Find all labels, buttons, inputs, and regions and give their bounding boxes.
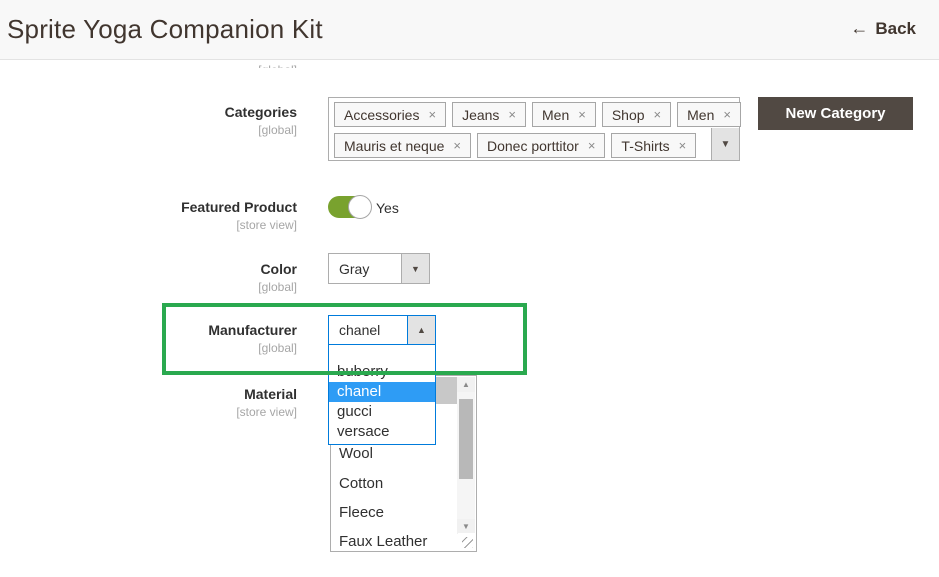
featured-product-label: Featured Product	[0, 199, 297, 215]
manufacturer-label-block: Manufacturer [global]	[0, 322, 297, 355]
material-option-cotton[interactable]: Cotton	[339, 475, 383, 492]
category-tag: Shop ×	[602, 102, 671, 127]
category-tag-label: T-Shirts	[621, 138, 669, 154]
remove-tag-icon[interactable]: ×	[723, 107, 731, 122]
category-tag-label: Men	[687, 107, 714, 123]
manufacturer-select-arrow-button[interactable]: ▲	[407, 316, 435, 344]
page-title: Sprite Yoga Companion Kit	[7, 14, 323, 45]
back-arrow-icon: ←	[850, 18, 868, 39]
manufacturer-select[interactable]: chanel ▲	[328, 315, 436, 345]
product-edit-page: Sprite Yoga Companion Kit ← Back [global…	[0, 0, 939, 577]
category-tag: Mauris et neque ×	[334, 133, 471, 158]
category-tag-label: Jeans	[462, 107, 499, 123]
chevron-down-icon: ▼	[721, 139, 731, 150]
dropdown-option-buberry[interactable]: buberry	[329, 362, 435, 382]
material-label: Material	[0, 386, 297, 402]
categories-field[interactable]: Accessories× Jeans× Men× Shop× Men× Maur…	[328, 97, 740, 161]
material-scrollbar[interactable]: ▲ ▼	[457, 377, 475, 534]
categories-dropdown-button[interactable]: ▼	[711, 128, 739, 160]
material-label-block: Material [store view]	[0, 386, 297, 419]
page-header: Sprite Yoga Companion Kit ← Back	[0, 0, 939, 60]
color-scope: [global]	[0, 280, 297, 294]
back-button[interactable]: ← Back	[850, 18, 916, 39]
remove-tag-icon[interactable]: ×	[578, 107, 586, 122]
featured-product-label-block: Featured Product [store view]	[0, 199, 297, 232]
material-option-wool[interactable]: Wool	[339, 445, 373, 462]
category-tag-label: Shop	[612, 107, 645, 123]
category-tag-label: Men	[542, 107, 569, 123]
chevron-up-icon: ▲	[417, 325, 426, 335]
manufacturer-scope: [global]	[0, 341, 297, 355]
category-tag-label: Mauris et neque	[344, 138, 444, 154]
clipped-scope-note: [global]	[0, 61, 297, 68]
material-option-faux-leather[interactable]: Faux Leather	[339, 533, 427, 550]
category-tag-label: Donec porttitor	[487, 138, 579, 154]
material-option-fleece[interactable]: Fleece	[339, 504, 384, 521]
category-tag: Men ×	[677, 102, 741, 127]
resize-grip-icon[interactable]	[458, 533, 475, 550]
dropdown-option-gucci[interactable]: gucci	[329, 402, 435, 422]
manufacturer-dropdown-list: buberry chanel gucci versace	[328, 345, 436, 445]
dropdown-option-chanel-selected[interactable]: chanel	[329, 382, 435, 402]
category-tag: Jeans ×	[452, 102, 526, 127]
scrollbar-thumb[interactable]	[459, 399, 473, 479]
featured-product-value: Yes	[376, 200, 399, 216]
remove-tag-icon[interactable]: ×	[508, 107, 516, 122]
manufacturer-label: Manufacturer	[0, 322, 297, 338]
category-tag: Accessories ×	[334, 102, 446, 127]
new-category-button[interactable]: New Category	[758, 97, 913, 130]
featured-product-toggle[interactable]	[328, 196, 371, 218]
remove-tag-icon[interactable]: ×	[453, 138, 461, 153]
manufacturer-select-value: chanel	[339, 322, 380, 338]
scrollbar-up-button[interactable]: ▲	[457, 377, 475, 392]
color-select[interactable]: Gray ▼	[328, 253, 430, 284]
color-label-block: Color [global]	[0, 261, 297, 294]
categories-label-block: Categories [global]	[0, 104, 297, 137]
category-tag: T-Shirts ×	[611, 133, 696, 158]
scroll-down-icon: ▼	[462, 522, 470, 531]
dropdown-option-versace[interactable]: versace	[329, 422, 435, 442]
remove-tag-icon[interactable]: ×	[654, 107, 662, 122]
category-tag-label: Accessories	[344, 107, 419, 123]
color-select-value: Gray	[339, 261, 369, 277]
featured-product-scope: [store view]	[0, 218, 297, 232]
categories-label: Categories	[0, 104, 297, 120]
scrollbar-down-button[interactable]: ▼	[457, 519, 475, 534]
categories-scope: [global]	[0, 123, 297, 137]
remove-tag-icon[interactable]: ×	[588, 138, 596, 153]
remove-tag-icon[interactable]: ×	[428, 107, 436, 122]
color-select-arrow-button[interactable]: ▼	[401, 254, 429, 283]
scroll-up-icon: ▲	[462, 380, 470, 389]
material-scope: [store view]	[0, 405, 297, 419]
remove-tag-icon[interactable]: ×	[679, 138, 687, 153]
color-label: Color	[0, 261, 297, 277]
chevron-down-icon: ▼	[411, 264, 420, 274]
toggle-knob	[348, 195, 372, 219]
category-tag: Donec porttitor ×	[477, 133, 605, 158]
categories-tag-row-1: Accessories × Jeans × Men × Shop × Men ×	[334, 102, 741, 127]
categories-tag-row-2: Mauris et neque × Donec porttitor × T-Shir…	[334, 133, 696, 158]
back-button-label: Back	[875, 19, 916, 39]
category-tag: Men ×	[532, 102, 596, 127]
